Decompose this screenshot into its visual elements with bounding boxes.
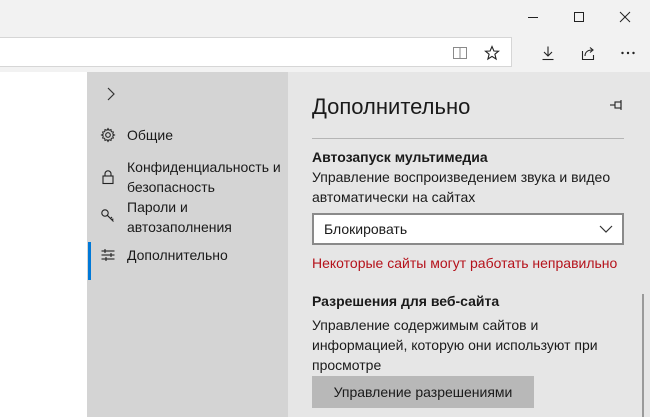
- maximize-icon: [574, 12, 584, 22]
- autoplay-heading: Автозапуск мультимедиа: [312, 149, 488, 165]
- nav-item-label: Дополнительно: [127, 247, 228, 263]
- title-bar: [0, 0, 650, 34]
- autoplay-select-value: Блокировать: [324, 221, 408, 237]
- settings-nav: Общие Конфиденциальность и безопасность …: [87, 72, 288, 417]
- advanced-settings-panel: Дополнительно Автозапуск мультимедиа Упр…: [288, 72, 650, 417]
- gear-icon: [99, 125, 117, 145]
- browser-toolbar: [0, 34, 650, 73]
- favorite-button[interactable]: [474, 34, 510, 72]
- expand-nav-button[interactable]: [101, 84, 121, 104]
- minimize-icon: [528, 17, 538, 18]
- downloads-button[interactable]: [530, 34, 566, 72]
- favorite-star-icon: [484, 45, 500, 61]
- maximize-button[interactable]: [556, 0, 602, 34]
- downloads-icon: [542, 46, 554, 61]
- more-icon: [621, 51, 635, 55]
- pin-icon: [610, 100, 622, 110]
- pin-button[interactable]: [606, 94, 628, 116]
- web-page-area: [0, 72, 87, 417]
- key-icon: [99, 205, 117, 225]
- nav-item-label: Общие: [127, 127, 174, 143]
- autoplay-description: Управление воспроизведением звука и виде…: [312, 169, 611, 205]
- sliders-icon: [99, 245, 117, 265]
- nav-item-label: Пароли и автозаполнения: [127, 199, 232, 235]
- address-bar[interactable]: [0, 37, 512, 67]
- autoplay-select[interactable]: Блокировать: [312, 213, 624, 245]
- manage-permissions-button[interactable]: Управление разрешениями: [312, 376, 534, 408]
- chevron-down-icon: [599, 225, 613, 233]
- reading-view-icon: [453, 47, 467, 59]
- scrollbar[interactable]: [642, 294, 644, 417]
- permissions-description: Управление содержимым сайтов и информаци…: [312, 317, 598, 373]
- panel-title: Дополнительно: [312, 94, 471, 119]
- close-icon: [619, 11, 631, 23]
- more-button[interactable]: [610, 34, 646, 72]
- close-button[interactable]: [602, 0, 648, 34]
- share-button[interactable]: [570, 34, 606, 72]
- chevron-right-icon: [107, 87, 115, 101]
- divider: [312, 138, 624, 139]
- lock-icon: [99, 167, 117, 187]
- permissions-heading: Разрешения для веб-сайта: [312, 293, 500, 309]
- autoplay-warning: Некоторые сайты могут работать неправиль…: [312, 255, 618, 271]
- minimize-button[interactable]: [510, 0, 556, 34]
- nav-item-label: Конфиденциальность и безопасность: [127, 159, 281, 195]
- reading-view-button[interactable]: [442, 34, 478, 72]
- share-icon: [581, 47, 595, 61]
